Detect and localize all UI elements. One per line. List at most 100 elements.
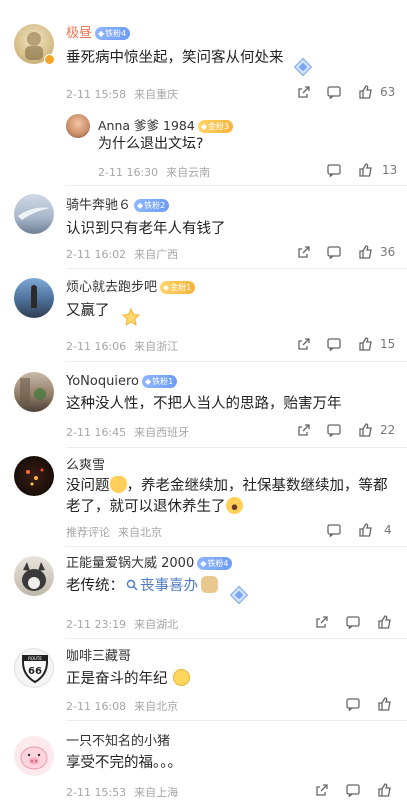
- fan-badge: ◆铁粉1: [141, 375, 178, 388]
- username[interactable]: 正能量爱锅大威 2000 ◆铁粉4: [66, 556, 233, 572]
- username-text[interactable]: 正能量爱锅大威 2000: [66, 556, 194, 571]
- username[interactable]: 骑牛奔驰６ ◆铁粉2: [66, 198, 170, 214]
- avatar[interactable]: [14, 456, 54, 496]
- divider: [66, 720, 407, 721]
- share-icon[interactable]: [296, 422, 312, 438]
- comment-item: 极昼 ◆铁粉4 垂死病中惊坐起，笑问客从何处来 2-11 15:58 来自重庆 63…: [0, 0, 407, 190]
- badge-icon: ◆: [200, 559, 207, 568]
- like-icon[interactable]: [358, 84, 374, 100]
- reply-username-text[interactable]: Anna 爹爹 1984: [98, 118, 195, 133]
- comment-item: ROUTE 66 咖啡三藏哥 正是奋斗的年纪 2-11 16:08 来自北京: [0, 640, 407, 722]
- avatar[interactable]: [14, 194, 54, 234]
- comment-text: 垂死病中惊坐起，笑问客从何处来: [66, 50, 284, 66]
- comment-text: 这种没人性，不把人当人的思路，贻害万年: [66, 396, 342, 412]
- badge-label: 金粉1: [170, 283, 192, 292]
- badge-label: 铁粉1: [152, 377, 174, 386]
- comment-location: 来自广西: [134, 248, 179, 261]
- reply-avatar[interactable]: [66, 114, 90, 138]
- avatar-image: [18, 207, 50, 220]
- route66-number: 66: [28, 666, 42, 677]
- comment-text-part: ，养老金继续加，社保基数继续加，等都: [126, 478, 388, 494]
- comment-text-part: 老传统：: [66, 578, 124, 594]
- comment-icon[interactable]: [326, 84, 342, 100]
- username[interactable]: 咖啡三藏哥: [66, 649, 131, 665]
- avatar[interactable]: [14, 372, 54, 412]
- badge-label: 铁粉4: [207, 559, 229, 568]
- share-icon[interactable]: [314, 614, 330, 630]
- like-count: 63: [380, 85, 396, 99]
- comment-text: 又赢了: [66, 303, 110, 319]
- fan-badge: ◆铁粉4: [95, 27, 131, 40]
- comment-icon[interactable]: [326, 422, 342, 438]
- comment-icon[interactable]: [326, 522, 342, 538]
- comment-item: 正能量爱锅大威 2000 ◆铁粉4 老传统： 丧事喜办 2-11 23:19 来自湖北: [0, 548, 407, 640]
- avatar[interactable]: [14, 556, 54, 596]
- username[interactable]: YoNoquiero ◆铁粉1: [66, 374, 178, 390]
- comment-icon[interactable]: [345, 614, 361, 630]
- like-icon[interactable]: [358, 522, 374, 538]
- sparkle-decoration-icon: [121, 307, 141, 326]
- avatar-image: [31, 285, 37, 308]
- like-icon[interactable]: [377, 614, 393, 630]
- like-icon[interactable]: [377, 782, 393, 798]
- topic-link[interactable]: 丧事喜办: [124, 578, 198, 594]
- username[interactable]: 一只不知名的小猪: [66, 734, 170, 750]
- smile-emoji-icon: [172, 669, 190, 686]
- pig-avatar-icon: [20, 746, 48, 770]
- reply-time: 2-11 16:30: [98, 166, 159, 179]
- comment-icon[interactable]: [326, 336, 342, 352]
- comment-icon[interactable]: [326, 162, 342, 178]
- comment-text-part: 正是奋斗的年纪: [66, 671, 168, 687]
- comment-icon[interactable]: [345, 782, 361, 798]
- comment-text-part: 老了，就可以退休养生了: [66, 499, 226, 515]
- fan-badge: ◆铁粉2: [134, 199, 170, 212]
- share-icon[interactable]: [314, 782, 330, 798]
- username-text[interactable]: YoNoquiero: [66, 374, 139, 389]
- reply-meta: 2-11 16:30 来自云南: [98, 164, 210, 180]
- like-count: 36: [380, 245, 396, 259]
- like-icon[interactable]: [358, 336, 374, 352]
- comment-meta: 推荐评论 来自北京: [66, 524, 162, 540]
- comment-item: 么爽雪 没问题 ，养老金继续加，社保基数继续加，等都 老了，就可以退休养生了 推荐…: [0, 448, 407, 548]
- route66-shield-icon: ROUTE 66: [22, 655, 48, 684]
- like-count: 15: [380, 337, 396, 351]
- fan-badge: ◆金粉3: [197, 120, 234, 133]
- fan-badge: ◆铁粉4: [197, 557, 233, 570]
- comment-location: 来自浙江: [134, 340, 179, 353]
- like-icon[interactable]: [377, 696, 393, 712]
- like-icon[interactable]: [358, 422, 374, 438]
- comment-icon[interactable]: [345, 696, 361, 712]
- username-text[interactable]: 骑牛奔驰６: [66, 198, 131, 213]
- ok-hand-emoji-icon: [109, 476, 127, 493]
- badge-icon: ◆: [137, 201, 144, 210]
- topic-label[interactable]: 丧事喜办: [140, 578, 198, 594]
- comment-item: 一只不知名的小猪 享受不完的福。。。 2-11 15:53 来自上海: [0, 722, 407, 800]
- username-text[interactable]: 烦心就去跑步吧: [66, 280, 157, 295]
- comment-meta: 2-11 15:53 来自上海: [66, 784, 178, 800]
- divider: [66, 268, 407, 269]
- username[interactable]: 烦心就去跑步吧 ◆金粉1: [66, 280, 196, 296]
- like-icon[interactable]: [358, 162, 374, 178]
- comment-item: 骑牛奔驰６ ◆铁粉2 认识到只有老年人有钱了 2-11 16:02 来自广西 36: [0, 186, 407, 270]
- sparkle-decoration-icon: [293, 57, 313, 77]
- share-icon[interactable]: [296, 84, 312, 100]
- avatar-image: [22, 562, 46, 591]
- comment-meta: 2-11 16:08 来自北京: [66, 698, 178, 714]
- reply-username[interactable]: Anna 爹爹 1984 ◆金粉3: [98, 118, 234, 134]
- divider: [66, 638, 407, 639]
- like-count: 22: [380, 423, 396, 437]
- like-icon[interactable]: [358, 244, 374, 260]
- avatar[interactable]: [14, 278, 54, 318]
- username[interactable]: 极昼 ◆铁粉4: [66, 26, 131, 42]
- badge-label: 铁粉4: [105, 29, 127, 38]
- username[interactable]: 么爽雪: [66, 458, 105, 474]
- comment-icon[interactable]: [326, 244, 342, 260]
- share-icon[interactable]: [296, 336, 312, 352]
- avatar[interactable]: ROUTE 66: [14, 648, 54, 688]
- avatar[interactable]: [14, 736, 54, 776]
- username-text[interactable]: 极昼: [66, 26, 92, 41]
- comment-time: 2-11 16:08: [66, 700, 127, 713]
- share-icon[interactable]: [296, 244, 312, 260]
- badge-icon: ◆: [98, 29, 105, 38]
- comment-time: 2-11 15:58: [66, 88, 127, 101]
